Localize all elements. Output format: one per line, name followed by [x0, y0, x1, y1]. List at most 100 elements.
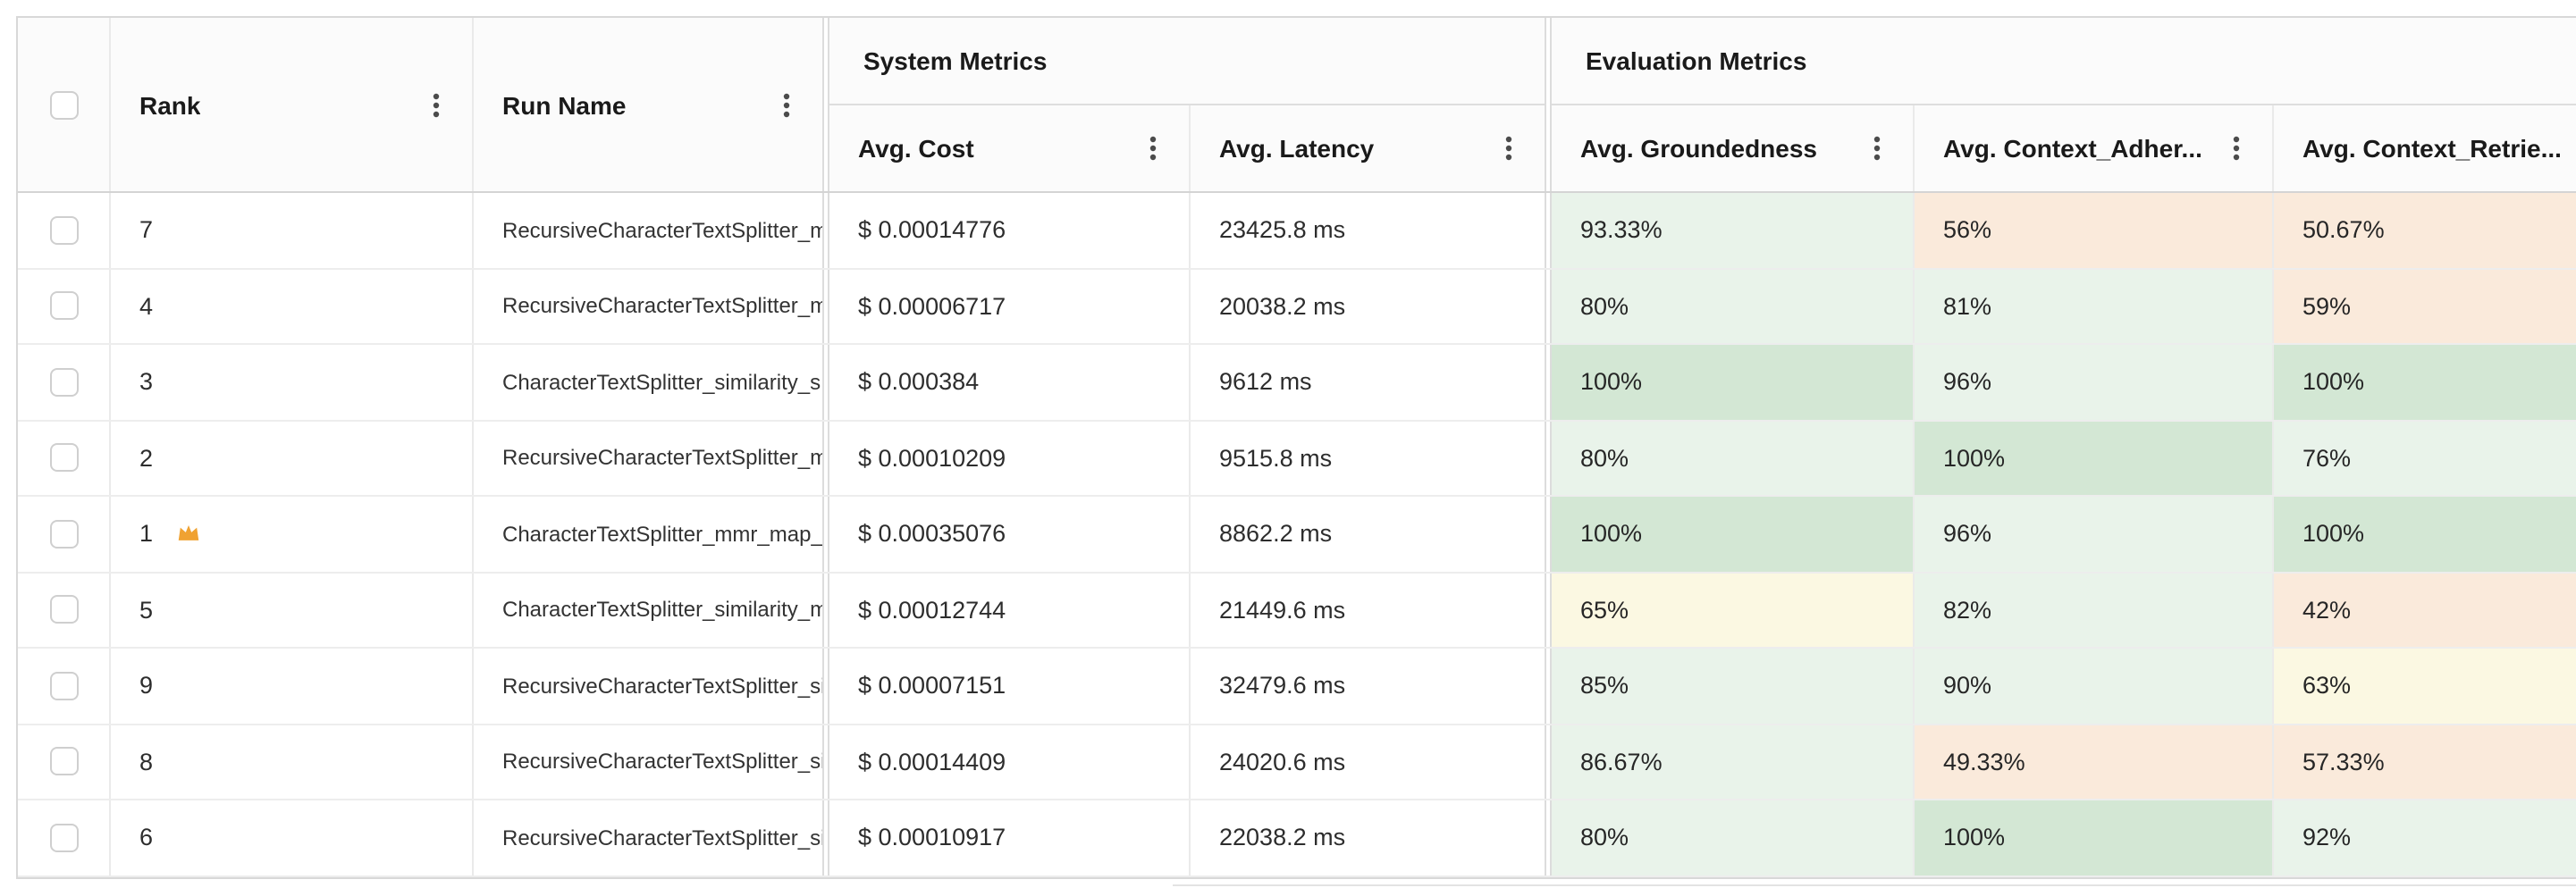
- run-name-cell[interactable]: RecursiveCharacterTextSplitter_m: [474, 193, 822, 267]
- table-row[interactable]: 4 RecursiveCharacterTextSplitter_m $ 0.0…: [18, 269, 2576, 345]
- run-name-text: RecursiveCharacterTextSplitter_si: [502, 749, 822, 775]
- context-retrieval-cell: 42%: [2274, 573, 2576, 647]
- avg-cost-column-menu-icon[interactable]: [1149, 136, 1157, 161]
- footer-edge: [1173, 884, 2576, 888]
- column-header-run-name[interactable]: Run Name: [474, 18, 822, 191]
- pinned-columns-divider: [822, 421, 829, 495]
- avg-cost-cell: $ 0.00014409: [829, 725, 1191, 799]
- row-checkbox[interactable]: [49, 291, 78, 321]
- run-name-cell[interactable]: CharacterTextSplitter_similarity_m: [474, 573, 822, 647]
- pinned-columns-divider: [822, 573, 829, 647]
- table-row[interactable]: 9 RecursiveCharacterTextSplitter_si $ 0.…: [18, 649, 2576, 725]
- pinned-columns-divider: [822, 18, 829, 191]
- metric-groups-divider: [1545, 497, 1552, 571]
- metric-groups-divider: [1545, 269, 1552, 343]
- pinned-columns-divider: [822, 800, 829, 875]
- run-name-text: CharacterTextSplitter_similarity_m: [502, 597, 822, 623]
- context-adherence-value: 81%: [1943, 292, 1992, 320]
- groundedness-value: 65%: [1580, 596, 1629, 624]
- table-row[interactable]: 5 CharacterTextSplitter_similarity_m $ 0…: [18, 573, 2576, 649]
- run-name-cell[interactable]: RecursiveCharacterTextSplitter_si: [474, 649, 822, 723]
- run-name-text: RecursiveCharacterTextSplitter_m: [502, 217, 822, 243]
- row-select-cell: [18, 573, 111, 647]
- run-name-cell[interactable]: RecursiveCharacterTextSplitter_m: [474, 269, 822, 343]
- crown-icon: [177, 525, 198, 541]
- rank-column-menu-icon[interactable]: [433, 92, 440, 117]
- avg-cost-value: $ 0.000384: [858, 368, 980, 396]
- context-retrieval-value: 59%: [2302, 292, 2352, 320]
- groundedness-cell: 100%: [1552, 345, 1915, 419]
- row-checkbox[interactable]: [49, 595, 78, 624]
- pinned-columns-divider: [822, 193, 829, 267]
- column-header-avg-context-adherence[interactable]: Avg. Context_Adher...: [1915, 105, 2274, 191]
- rank-header-label: Rank: [139, 90, 201, 119]
- groundedness-value: 100%: [1580, 368, 1643, 396]
- select-all-cell: [18, 18, 111, 191]
- avg-cost-value: $ 0.00006717: [858, 292, 1006, 320]
- run-name-text: RecursiveCharacterTextSplitter_si: [502, 825, 822, 850]
- run-name-cell[interactable]: CharacterTextSplitter_similarity_s: [474, 345, 822, 419]
- avg-context-adherence-column-menu-icon[interactable]: [2233, 136, 2240, 161]
- row-checkbox[interactable]: [49, 671, 78, 700]
- context-adherence-value: 49.33%: [1943, 748, 2025, 775]
- table-row[interactable]: 7 RecursiveCharacterTextSplitter_m $ 0.0…: [18, 193, 2576, 269]
- pinned-columns-divider: [822, 649, 829, 723]
- context-adherence-value: 96%: [1943, 368, 1992, 396]
- table-row[interactable]: 3 CharacterTextSplitter_similarity_s $ 0…: [18, 345, 2576, 421]
- row-select-cell: [18, 725, 111, 799]
- table-row[interactable]: 6 RecursiveCharacterTextSplitter_si $ 0.…: [18, 800, 2576, 876]
- select-all-checkbox[interactable]: [49, 90, 78, 119]
- avg-groundedness-header-label: Avg. Groundedness: [1580, 134, 1818, 163]
- column-header-rank[interactable]: Rank: [111, 18, 474, 191]
- column-header-avg-cost[interactable]: Avg. Cost: [829, 105, 1191, 191]
- run-name-column-menu-icon[interactable]: [783, 92, 790, 117]
- run-name-cell[interactable]: RecursiveCharacterTextSplitter_si: [474, 725, 822, 799]
- runs-comparison-table: Rank Run Name System Metrics Evaluation …: [16, 16, 2576, 879]
- table-row[interactable]: 8 RecursiveCharacterTextSplitter_si $ 0.…: [18, 725, 2576, 800]
- avg-latency-cell: 20038.2 ms: [1191, 269, 1545, 343]
- groundedness-value: 80%: [1580, 292, 1629, 320]
- column-header-avg-latency[interactable]: Avg. Latency: [1191, 105, 1545, 191]
- avg-latency-value: 8862.2 ms: [1219, 520, 1333, 548]
- run-name-cell[interactable]: RecursiveCharacterTextSplitter_si: [474, 800, 822, 875]
- evaluation-metrics-group-header: Evaluation Metrics: [1552, 18, 2576, 105]
- context-retrieval-cell: 92%: [2274, 800, 2576, 875]
- column-header-avg-groundedness[interactable]: Avg. Groundedness: [1552, 105, 1915, 191]
- page: Rank Run Name System Metrics Evaluation …: [0, 0, 2576, 888]
- avg-latency-value: 32479.6 ms: [1219, 672, 1346, 700]
- groundedness-cell: 80%: [1552, 800, 1915, 875]
- row-select-cell: [18, 269, 111, 343]
- row-checkbox[interactable]: [49, 519, 78, 549]
- groundedness-value: 85%: [1580, 672, 1629, 700]
- rank-value: 1: [139, 520, 154, 548]
- table-row[interactable]: 1 CharacterTextSplitter_mmr_map_ $ 0.000…: [18, 497, 2576, 573]
- avg-latency-column-menu-icon[interactable]: [1505, 136, 1512, 161]
- avg-groundedness-column-menu-icon[interactable]: [1873, 136, 1881, 161]
- run-name-cell[interactable]: RecursiveCharacterTextSplitter_m: [474, 421, 822, 495]
- groundedness-cell: 85%: [1552, 649, 1915, 723]
- row-checkbox[interactable]: [49, 443, 78, 473]
- avg-latency-cell: 22038.2 ms: [1191, 800, 1545, 875]
- avg-cost-cell: $ 0.00006717: [829, 269, 1191, 343]
- row-checkbox[interactable]: [49, 367, 78, 397]
- rank-value: 2: [139, 444, 154, 472]
- row-checkbox[interactable]: [49, 823, 78, 852]
- avg-context-retrieval-header-label: Avg. Context_Retrie...: [2302, 134, 2562, 163]
- rank-value: 8: [139, 748, 154, 775]
- avg-latency-value: 23425.8 ms: [1219, 216, 1346, 244]
- pinned-columns-divider: [822, 269, 829, 343]
- column-header-avg-context-retrieval[interactable]: Avg. Context_Retrie...: [2274, 105, 2576, 191]
- avg-latency-cell: 8862.2 ms: [1191, 497, 1545, 571]
- table-row[interactable]: 2 RecursiveCharacterTextSplitter_m $ 0.0…: [18, 421, 2576, 497]
- avg-latency-value: 24020.6 ms: [1219, 748, 1346, 775]
- rank-cell: 4: [111, 269, 474, 343]
- run-name-cell[interactable]: CharacterTextSplitter_mmr_map_: [474, 497, 822, 571]
- rank-value: 4: [139, 292, 154, 320]
- row-checkbox[interactable]: [49, 215, 78, 245]
- groundedness-cell: 65%: [1552, 573, 1915, 647]
- rank-cell: 3: [111, 345, 474, 419]
- run-name-text: RecursiveCharacterTextSplitter_m: [502, 293, 822, 319]
- row-select-cell: [18, 193, 111, 267]
- context-adherence-cell: 81%: [1915, 269, 2274, 343]
- row-checkbox[interactable]: [49, 747, 78, 776]
